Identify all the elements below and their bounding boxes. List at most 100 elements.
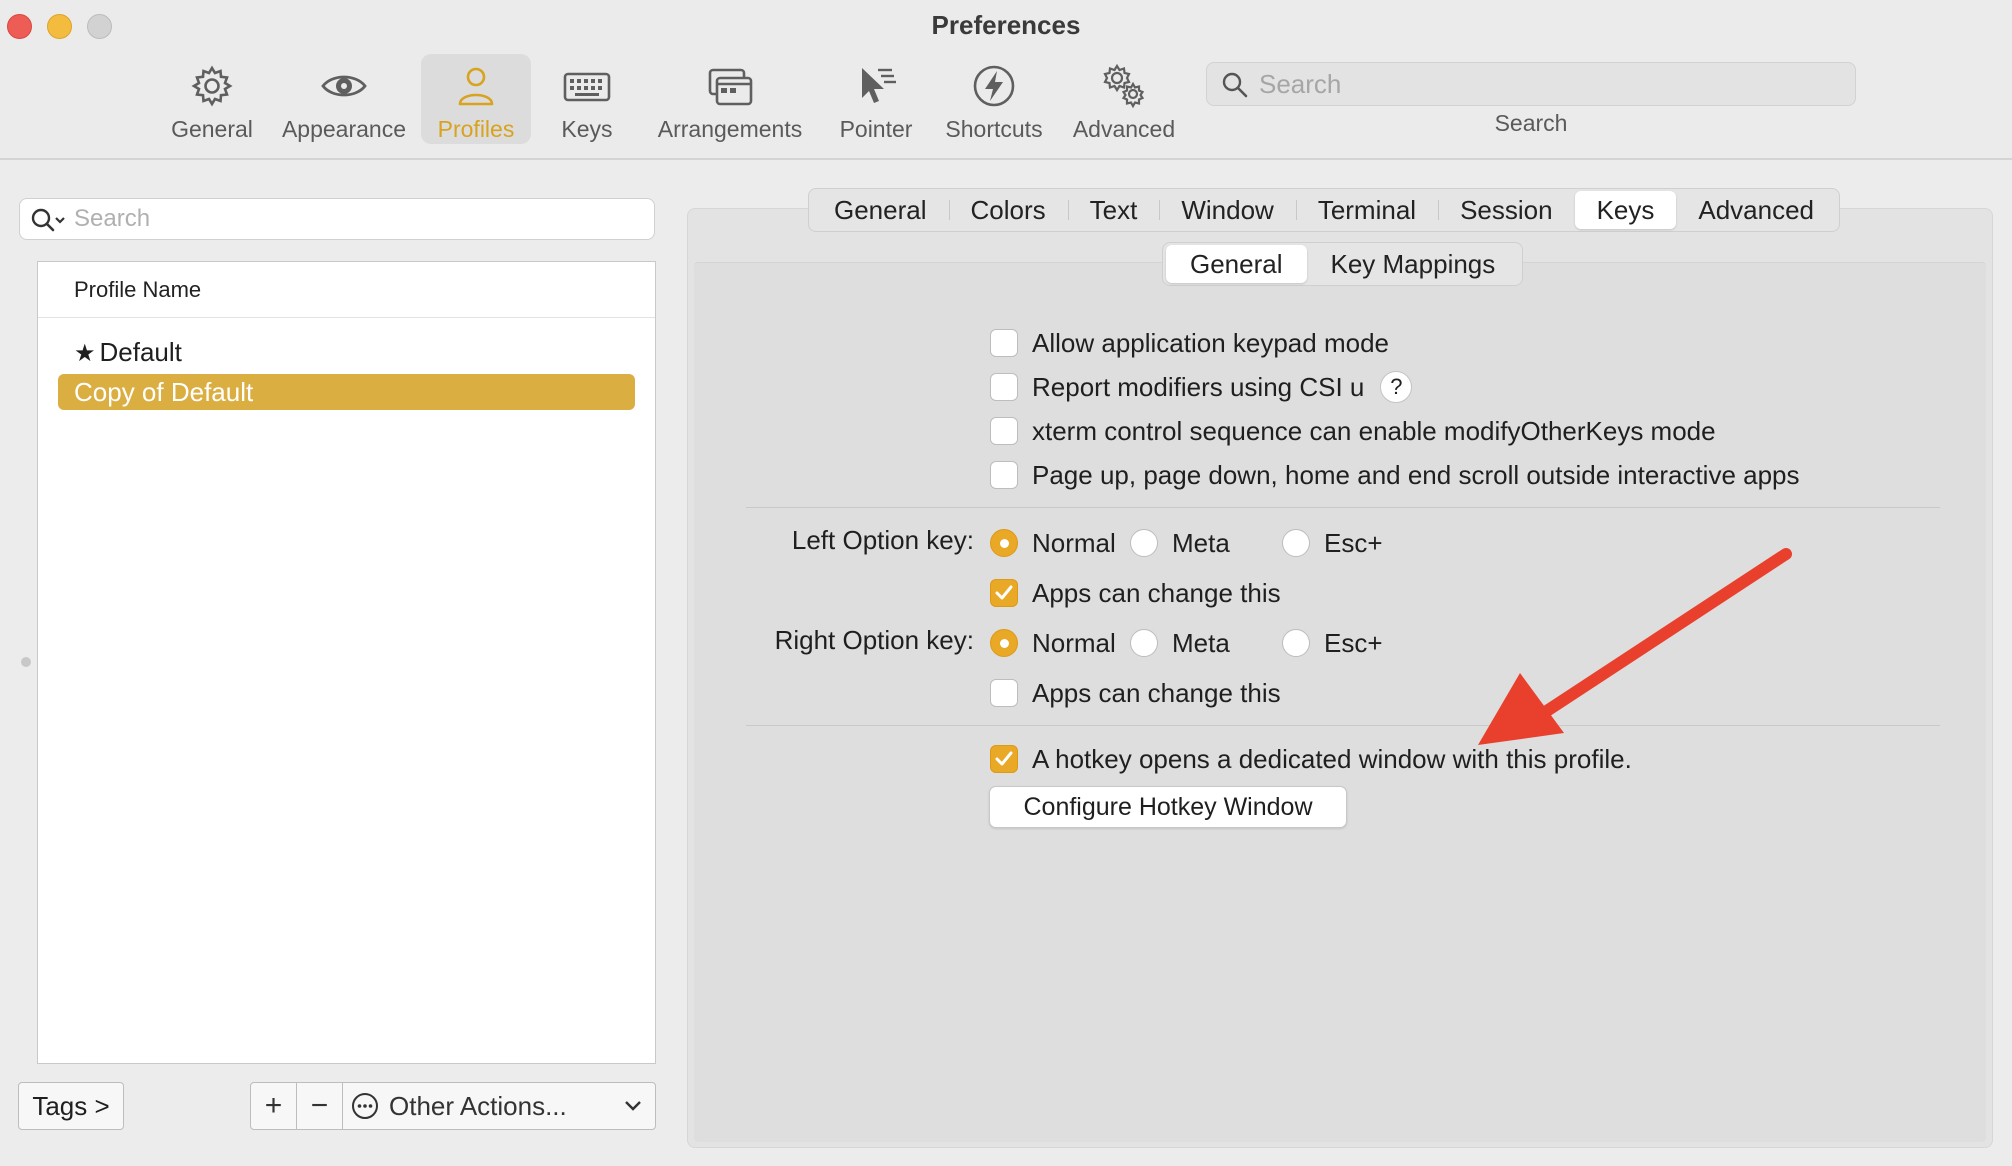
left-option-normal-radio[interactable] <box>990 529 1018 557</box>
tab-general[interactable]: General <box>812 191 949 229</box>
toolbar-general[interactable]: General <box>163 54 261 144</box>
allow-keypad-mode-checkbox[interactable]: Allow application keypad mode <box>990 325 1389 361</box>
toolbar-shortcuts-label: Shortcuts <box>945 116 1043 142</box>
radio-label: Meta <box>1172 627 1230 658</box>
tab-text[interactable]: Text <box>1067 191 1160 229</box>
toolbar-shortcuts[interactable]: Shortcuts <box>940 54 1048 144</box>
checkbox-box[interactable] <box>990 745 1018 773</box>
keyboard-icon <box>563 72 611 102</box>
toolbar-search-input[interactable] <box>1259 67 1839 101</box>
radio-label: Esc+ <box>1324 527 1383 558</box>
toolbar-profiles[interactable]: Profiles <box>421 54 531 144</box>
toolbar-advanced[interactable]: Advanced <box>1070 54 1178 144</box>
toolbar-arrangements[interactable]: Arrangements <box>654 54 806 144</box>
left-option-meta-radio[interactable] <box>1130 529 1158 557</box>
radio-label: Meta <box>1172 527 1230 558</box>
right-option-meta-radio[interactable] <box>1130 629 1158 657</box>
person-icon <box>458 67 494 106</box>
keys-subtab-bar: General Key Mappings <box>1162 242 1524 286</box>
window-title: Preferences <box>931 10 1081 40</box>
gear-icon <box>191 65 233 107</box>
modify-other-keys-checkbox[interactable]: xterm control sequence can enable modify… <box>990 413 1716 449</box>
tags-button[interactable]: Tags > <box>18 1082 124 1130</box>
profile-tab-bar: General Colors Text Window Terminal Sess… <box>808 188 1841 232</box>
left-option-key-label: Left Option key: <box>791 525 974 555</box>
toolbar-search-field[interactable] <box>1206 62 1856 106</box>
tab-colors[interactable]: Colors <box>948 191 1068 229</box>
left-option-radio-group: Normal Meta Esc+ <box>990 525 1383 561</box>
checkbox-label: Apps can change this <box>1032 577 1281 608</box>
report-modifiers-csi-u-checkbox[interactable]: Report modifiers using CSI u ? <box>990 369 1413 405</box>
toolbar-appearance[interactable]: Appearance <box>278 54 410 144</box>
toolbar-search-label: Search <box>1494 110 1568 136</box>
configure-hotkey-window-button[interactable]: Configure Hotkey Window <box>989 786 1347 828</box>
toolbar-pointer-label: Pointer <box>839 116 913 142</box>
remove-profile-button[interactable]: − <box>297 1083 343 1129</box>
tab-terminal[interactable]: Terminal <box>1295 191 1438 229</box>
checkbox-label: xterm control sequence can enable modify… <box>1032 415 1716 446</box>
tab-session[interactable]: Session <box>1438 191 1575 229</box>
checkbox-box[interactable] <box>990 329 1018 357</box>
subtab-general[interactable]: General <box>1166 245 1307 283</box>
toolbar-advanced-label: Advanced <box>1072 116 1176 142</box>
profile-search-field[interactable] <box>19 198 655 240</box>
checkbox-box[interactable] <box>990 679 1018 707</box>
lightning-icon <box>973 65 1015 107</box>
checkbox-box[interactable] <box>990 579 1018 607</box>
toolbar-keys-label: Keys <box>561 116 613 142</box>
add-profile-button[interactable]: + <box>251 1083 297 1129</box>
tab-window[interactable]: Window <box>1159 191 1295 229</box>
annotation-arrow-icon <box>1478 548 1792 745</box>
search-icon <box>31 208 65 232</box>
radio-label: Normal <box>1032 527 1116 558</box>
toolbar-pointer[interactable]: Pointer <box>832 54 920 144</box>
right-option-radio-group: Normal Meta Esc+ <box>990 625 1383 661</box>
profile-row-default[interactable]: ★ Default <box>58 334 635 370</box>
search-icon <box>1222 72 1248 98</box>
tab-advanced[interactable]: Advanced <box>1676 191 1836 229</box>
checkbox-label: Page up, page down, home and end scroll … <box>1032 459 1800 490</box>
right-option-esc-radio[interactable] <box>1282 629 1310 657</box>
toolbar-appearance-label: Appearance <box>281 116 407 142</box>
separator <box>746 507 1940 508</box>
subtab-key-mappings[interactable]: Key Mappings <box>1307 245 1520 283</box>
right-option-apps-can-change-checkbox[interactable]: Apps can change this <box>990 675 1281 711</box>
scroll-outside-apps-checkbox[interactable]: Page up, page down, home and end scroll … <box>990 457 1800 493</box>
profile-row-name: Copy of Default <box>74 377 254 407</box>
profile-actions-bar: + − Other Actions... <box>250 1082 656 1130</box>
checkbox-box[interactable] <box>990 373 1018 401</box>
toolbar-keys[interactable]: Keys <box>552 54 622 144</box>
ellipsis-circle-icon <box>352 1093 378 1119</box>
profile-row-copy-of-default[interactable]: Copy of Default <box>58 374 635 410</box>
toolbar-arrangements-label: Arrangements <box>657 116 803 142</box>
checkbox-label: Apps can change this <box>1032 677 1281 708</box>
checkbox-label: Allow application keypad mode <box>1032 327 1389 358</box>
toolbar-profiles-label: Profiles <box>437 116 515 142</box>
profile-list[interactable]: Profile Name ★ Default Copy of Default <box>37 261 656 1064</box>
star-icon: ★ <box>74 340 96 367</box>
checkbox-box[interactable] <box>990 417 1018 445</box>
profile-name-column-header[interactable]: Profile Name <box>38 262 655 318</box>
right-option-normal-radio[interactable] <box>990 629 1018 657</box>
gears-icon <box>1103 63 1145 109</box>
radio-label: Normal <box>1032 627 1116 658</box>
profile-row-name: Default <box>99 337 182 367</box>
checkbox-box[interactable] <box>990 461 1018 489</box>
eye-icon <box>321 75 367 97</box>
help-button[interactable]: ? <box>1380 371 1413 403</box>
radio-label: Esc+ <box>1324 627 1383 658</box>
windows-icon <box>708 68 753 106</box>
other-actions-label: Other Actions... <box>389 1090 567 1121</box>
other-actions-popup[interactable]: Other Actions... <box>343 1083 655 1129</box>
left-option-esc-radio[interactable] <box>1282 529 1310 557</box>
left-option-apps-can-change-checkbox[interactable]: Apps can change this <box>990 575 1281 611</box>
tab-keys[interactable]: Keys <box>1574 191 1677 229</box>
checkmark-icon <box>995 585 1013 600</box>
pointer-icon <box>862 68 896 103</box>
chevron-down-icon <box>625 1101 641 1111</box>
split-view-handle[interactable] <box>21 657 31 667</box>
toolbar-general-label: General <box>171 116 253 142</box>
checkbox-label: Report modifiers using CSI u <box>1032 371 1365 402</box>
profile-search-input[interactable] <box>74 203 644 235</box>
right-option-key-label: Right Option key: <box>774 625 974 655</box>
